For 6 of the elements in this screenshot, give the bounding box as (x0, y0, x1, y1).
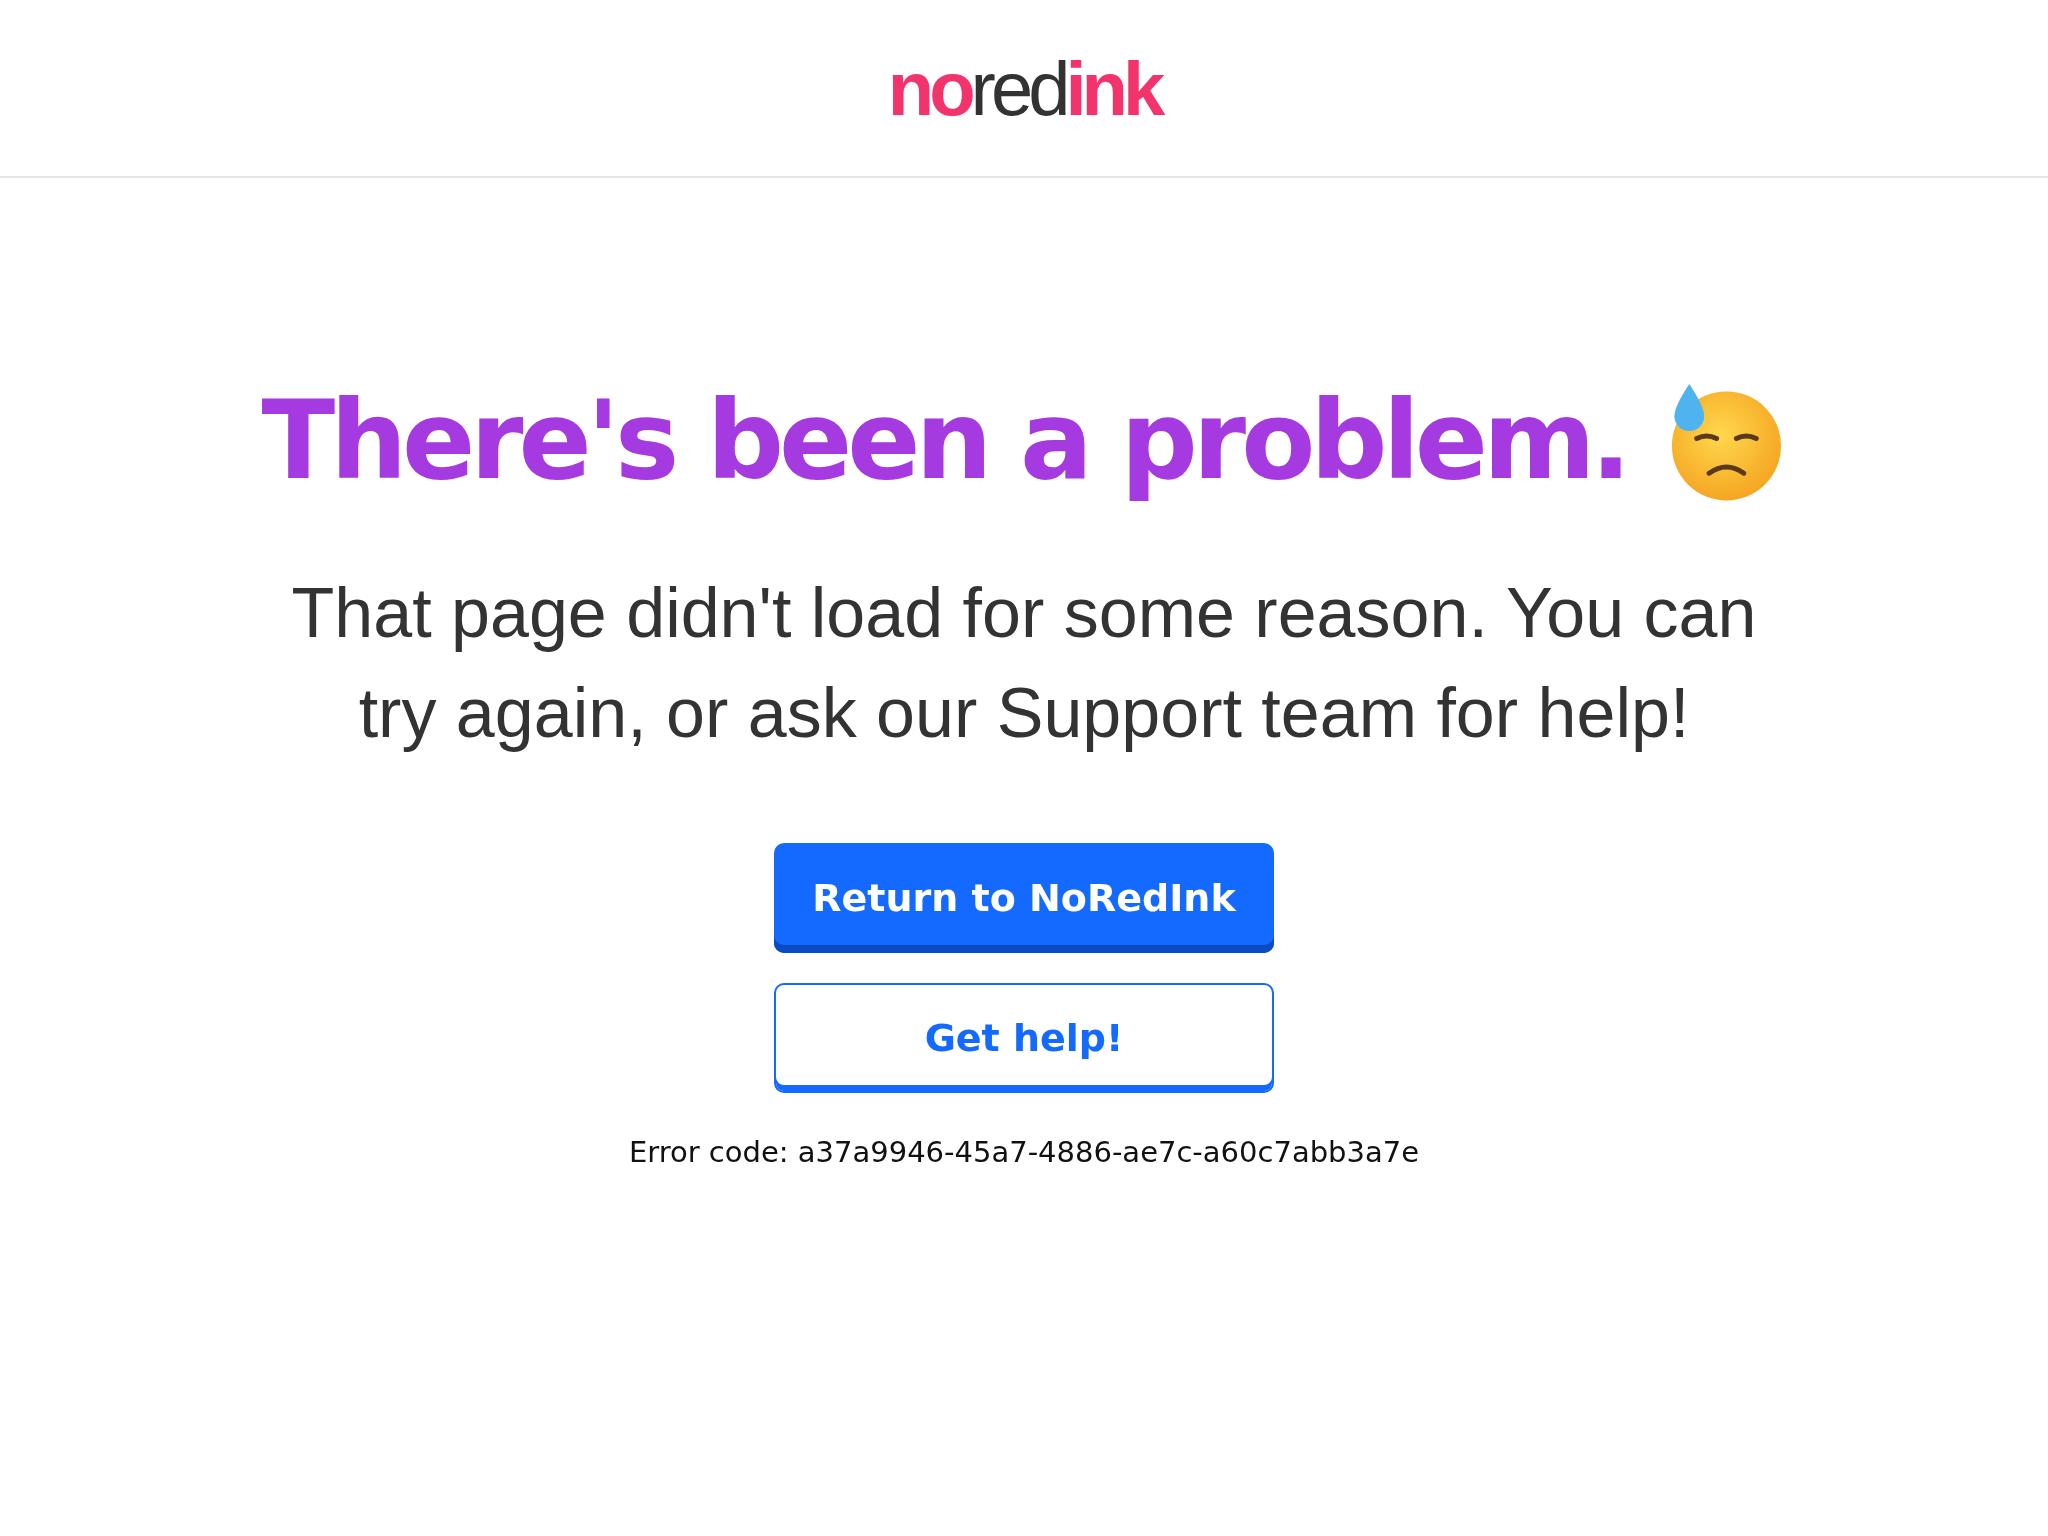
page-title: There's been a problem. (261, 378, 1627, 503)
help-button[interactable]: Get help! (774, 983, 1274, 1093)
error-message: That page didn't load for some reason. You can try again, or ask our Support team for help! (290, 573, 1758, 754)
logo[interactable]: noredink (887, 44, 1161, 132)
return-button[interactable]: Return to NoRedInk (774, 843, 1274, 953)
error-code: Error code: a37a9946-45a7-4886-ae7c-a60c7abb3a7e (628, 1135, 1419, 1169)
